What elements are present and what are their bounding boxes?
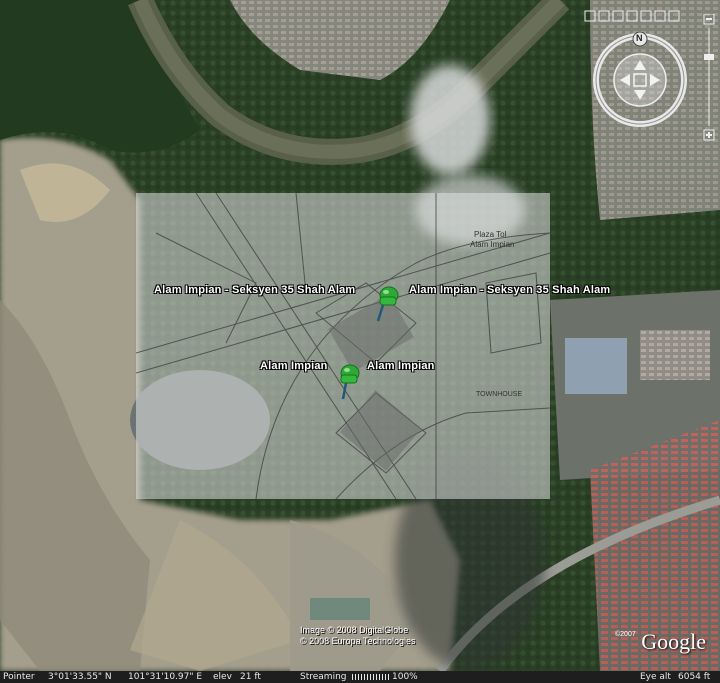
google-copyright-year: ©2007 xyxy=(615,631,636,638)
satellite-map[interactable]: Plaza Tol Alam Impian TOWNHOUSE Alam Imp… xyxy=(0,0,720,671)
placemark-label-left[interactable]: Alam Impian - Seksyen 35 Shah Alam xyxy=(154,284,355,296)
eye-alt-label: Eye alt xyxy=(640,672,671,682)
elevation-value: 21 ft xyxy=(240,672,261,682)
zoom-slider-icon[interactable] xyxy=(703,13,715,144)
placemark-pin-icon[interactable] xyxy=(374,283,404,327)
north-label: N xyxy=(636,33,643,43)
eye-alt-value: 6054 ft xyxy=(678,672,711,682)
attribution-europa: © 2008 Europa Technologies xyxy=(300,636,416,646)
look-joystick-icon[interactable] xyxy=(583,10,713,22)
plan-label-alam-impian: Alam Impian xyxy=(470,240,514,249)
status-bar: Pointer 3°01'33.55" N 101°31'10.97" E el… xyxy=(0,671,720,683)
look-controls[interactable] xyxy=(583,9,713,22)
placemark-pin-icon[interactable] xyxy=(335,361,365,405)
site-plan-overlay: Plaza Tol Alam Impian TOWNHOUSE xyxy=(136,193,550,499)
placemark-label-right[interactable]: Alam Impian xyxy=(367,360,435,372)
attribution-imagery: Image © 2008 DigitalGlobe xyxy=(300,625,409,635)
pointer-latitude: 3°01'33.55" N xyxy=(48,672,112,682)
streaming-progress-bar xyxy=(352,674,390,680)
placemark-label-right[interactable]: Alam Impian - Seksyen 35 Shah Alam xyxy=(409,284,610,296)
google-logo: Google xyxy=(641,629,706,654)
placemark-label-left[interactable]: Alam Impian xyxy=(260,360,328,372)
streaming-percent: 100% xyxy=(392,672,418,682)
navigation-controls[interactable]: N xyxy=(592,31,688,128)
plan-label-townhouse: TOWNHOUSE xyxy=(476,391,522,398)
pointer-label: Pointer xyxy=(3,672,35,682)
plan-label-plaza-tol: Plaza Tol xyxy=(474,230,507,239)
move-joystick-icon[interactable] xyxy=(613,53,667,107)
pointer-longitude: 101°31'10.97" E xyxy=(128,672,203,682)
elevation-label: elev xyxy=(213,672,232,682)
streaming-label: Streaming xyxy=(300,672,347,682)
